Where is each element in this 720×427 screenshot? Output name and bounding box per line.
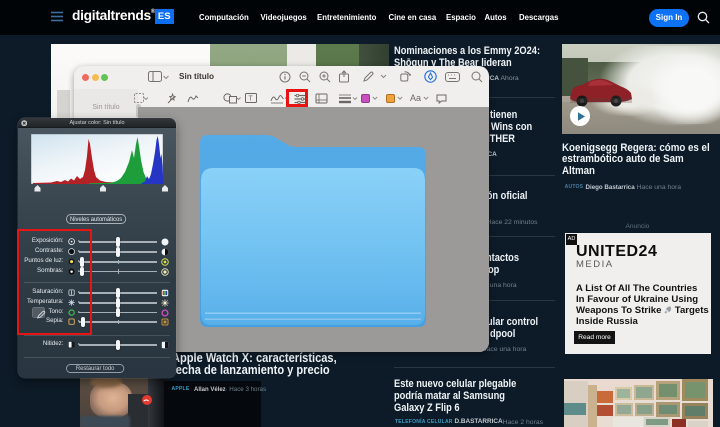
svg-text:T: T — [249, 96, 254, 103]
